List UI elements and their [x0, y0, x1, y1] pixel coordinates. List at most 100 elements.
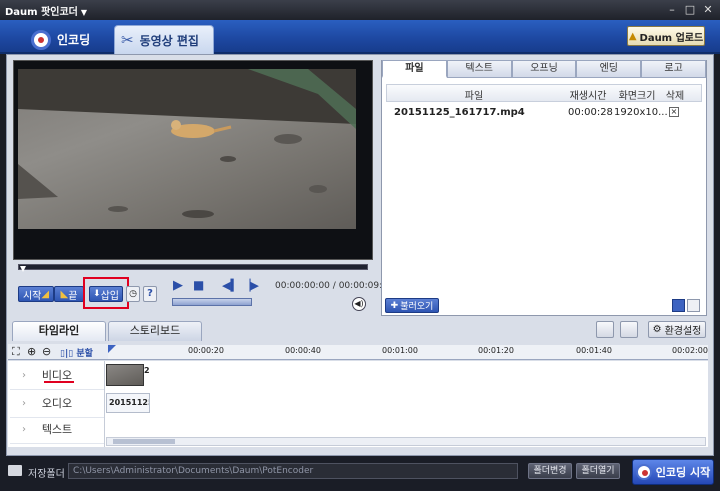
- start-encoding-button[interactable]: 인코딩 시작: [632, 459, 714, 485]
- file-row-delete-button[interactable]: ×: [669, 107, 679, 117]
- settings-button[interactable]: ⚙ 환경설정: [648, 321, 706, 338]
- tab-logo[interactable]: 로고: [641, 60, 706, 78]
- close-button[interactable]: ✕: [700, 3, 716, 17]
- file-row-duration: 00:00:28: [568, 107, 613, 118]
- time-separator: /: [332, 281, 336, 291]
- file-row-size: 1920x10...: [614, 107, 668, 118]
- track-audio[interactable]: › 오디오: [10, 390, 104, 418]
- insert-arrow-icon: ⬇: [93, 289, 101, 299]
- tab-ending[interactable]: 엔딩: [576, 60, 642, 78]
- tab-text[interactable]: 텍스트: [446, 60, 512, 78]
- file-panel-tabs: 파일 텍스트 오프닝 엔딩 로고: [382, 60, 706, 78]
- list-view-icon[interactable]: [687, 299, 700, 312]
- start-marker-icon: ◢: [41, 288, 50, 300]
- settings-label: 환경설정: [664, 326, 702, 337]
- set-end-label: 끝: [68, 290, 78, 302]
- seek-bar[interactable]: [18, 264, 368, 272]
- volume-icon[interactable]: ◀): [352, 297, 366, 311]
- video-underline: [44, 381, 74, 383]
- stop-icon[interactable]: ■: [193, 278, 204, 292]
- gear-icon: ⚙: [652, 324, 662, 335]
- ruler-tick: 00:00:20: [188, 346, 224, 355]
- folder-icon[interactable]: [596, 321, 614, 338]
- scrollbar-thumb[interactable]: [113, 439, 175, 444]
- track-video[interactable]: › 비디오: [10, 362, 104, 390]
- maximize-button[interactable]: □: [682, 3, 698, 17]
- video-clip-label: 2: [144, 366, 150, 375]
- help-button[interactable]: ?: [143, 286, 157, 302]
- set-start-label: 시작: [22, 290, 42, 302]
- daum-upload-button[interactable]: ▲ Daum 업로드: [627, 26, 705, 46]
- insert-button[interactable]: ⬇ 삽입: [89, 286, 123, 302]
- volume-track[interactable]: [172, 298, 252, 306]
- save-icon[interactable]: [620, 321, 638, 338]
- audio-clip[interactable]: 20151125_1: [106, 393, 150, 413]
- folder-label: 저장폴더: [28, 469, 65, 480]
- playhead-marker[interactable]: [108, 345, 116, 353]
- insert-label: 삽입: [100, 290, 119, 302]
- zoom-out-icon[interactable]: ⊖: [42, 345, 51, 358]
- current-time: 00:00:00:00: [275, 281, 330, 291]
- fit-icon[interactable]: ⛶: [12, 345, 20, 359]
- time-display: 00:00:00:00 / 00:00:09:27: [275, 281, 394, 291]
- set-start-button[interactable]: 시작 ◢: [18, 286, 54, 302]
- track-text[interactable]: › 텍스트: [10, 416, 104, 444]
- snapshot-button[interactable]: ◷: [126, 286, 140, 302]
- track-text-label: 텍스트: [41, 423, 73, 436]
- col-delete[interactable]: 삭제: [660, 87, 690, 103]
- prev-frame-icon[interactable]: ◀▍: [222, 279, 239, 292]
- file-row-name[interactable]: 20151125_161717.mp4: [394, 107, 525, 118]
- split-label: 분할: [76, 349, 93, 359]
- timeline-scrollbar[interactable]: [106, 437, 706, 446]
- start-encoding-label: 인코딩 시작: [655, 466, 711, 479]
- video-clip[interactable]: [106, 364, 144, 386]
- load-file-button[interactable]: ✚ 불러오기: [385, 298, 439, 313]
- timeline-toolbar: [8, 344, 108, 360]
- change-folder-button[interactable]: 폴더변경: [528, 463, 572, 479]
- col-file[interactable]: 파일: [386, 87, 562, 103]
- edit-tools-icon: ✂: [121, 31, 134, 49]
- chevron-right-icon: ›: [22, 370, 26, 381]
- split-button[interactable]: ▯|▯ 분할: [60, 346, 93, 359]
- folder-path-field[interactable]: C:\Users\Administrator\Documents\Daum\Po…: [68, 463, 518, 479]
- tab-video-edit[interactable]: ✂ 동영상 편집: [114, 25, 214, 54]
- upload-arrow-icon: ▲: [628, 30, 637, 42]
- play-icon[interactable]: ▶: [173, 278, 183, 293]
- next-frame-icon[interactable]: ▕▶: [242, 279, 259, 292]
- ruler-tick: 00:02:00: [672, 346, 708, 355]
- window-title: Daum 팟인코더: [5, 7, 78, 18]
- chevron-right-icon: ›: [22, 424, 26, 435]
- tab-opening[interactable]: 오프닝: [511, 60, 577, 78]
- tab-timeline[interactable]: 타임라인: [12, 321, 106, 341]
- tab-encoding[interactable]: 인코딩: [25, 25, 100, 54]
- zoom-in-icon[interactable]: ⊕: [27, 345, 36, 358]
- plus-icon: ✚: [390, 300, 399, 311]
- track-audio-label: 오디오: [41, 397, 73, 410]
- daum-upload-label: Daum 업로드: [639, 32, 704, 44]
- ruler-tick: 00:01:20: [478, 346, 514, 355]
- col-size[interactable]: 화면크기: [614, 87, 660, 103]
- film-reel-icon: [31, 29, 51, 50]
- set-end-button[interactable]: ◣ 끝: [54, 286, 84, 302]
- col-duration[interactable]: 재생시간: [562, 87, 614, 103]
- film-reel-icon: [635, 464, 652, 480]
- ruler-tick: 00:01:00: [382, 346, 418, 355]
- ruler-tick: 00:01:40: [576, 346, 612, 355]
- end-marker-icon: ◣: [60, 288, 69, 300]
- video-frame-image: [18, 69, 356, 218]
- ruler-tick: 00:00:40: [285, 346, 321, 355]
- title-menu-arrow-icon[interactable]: ▼: [81, 8, 87, 17]
- tab-video-edit-label: 동영상 편집: [139, 33, 199, 48]
- grid-view-icon[interactable]: [672, 299, 685, 312]
- tab-encoding-label: 인코딩: [57, 33, 91, 47]
- folder-icon-footer: [8, 465, 22, 476]
- tab-storyboard[interactable]: 스토리보드: [108, 321, 202, 341]
- header-bar: [0, 20, 720, 54]
- minimize-button[interactable]: –: [664, 3, 680, 17]
- video-frame: [18, 69, 356, 229]
- chevron-right-icon: ›: [22, 398, 26, 409]
- clock-icon: ◷: [129, 289, 137, 299]
- title-bar: Daum 팟인코더 ▼: [0, 0, 720, 20]
- tab-file[interactable]: 파일: [382, 60, 447, 78]
- open-folder-button[interactable]: 폴더열기: [576, 463, 620, 479]
